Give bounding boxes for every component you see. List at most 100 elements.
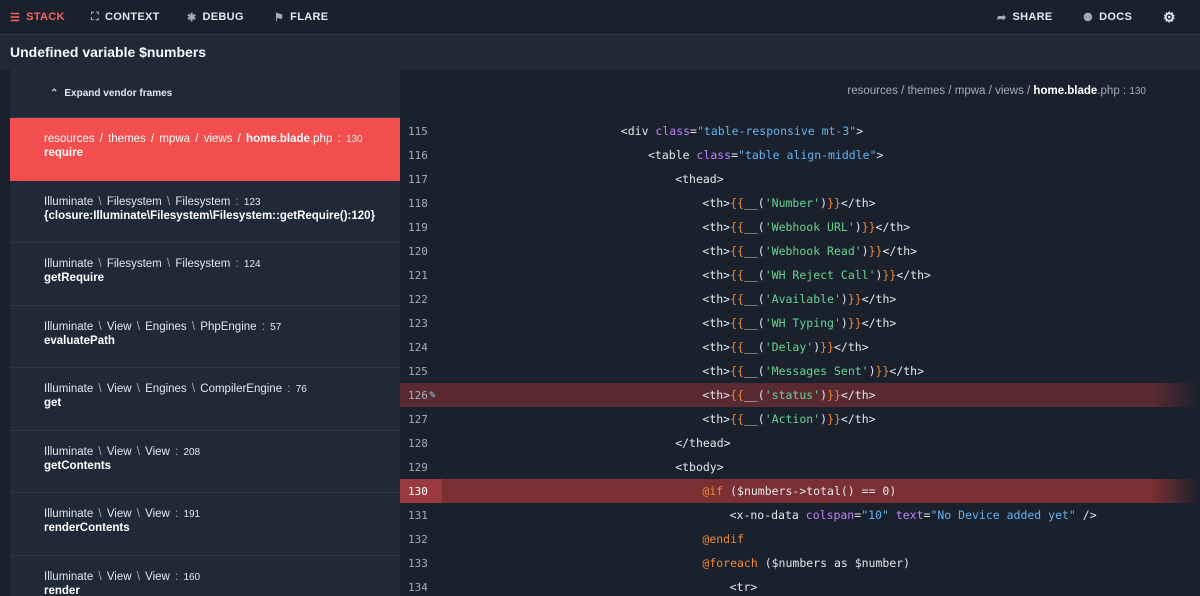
line-number: 122 [408, 292, 428, 306]
code-token: }} [882, 268, 897, 282]
line-number: 130 [345, 134, 363, 145]
line-number: 160 [183, 571, 201, 583]
line-number: 121 [408, 268, 428, 282]
expand-vendor-frames-label: Expand vendor frames [64, 87, 173, 99]
stack-frame[interactable]: Illuminate \ View \ View : 160 render [10, 556, 400, 596]
path-segment: PhpEngine [200, 320, 257, 333]
frame-list: resources / themes / mpwa / views / home… [10, 118, 400, 596]
path-separator: \ [95, 195, 105, 208]
frame-method: getContents [44, 459, 112, 472]
code-viewer: resources / themes / mpwa / views / home… [400, 69, 1200, 596]
path-segment: Engines [145, 383, 187, 395]
tab-label: FLARE [290, 11, 329, 23]
file-name: home.blade [1033, 85, 1098, 97]
stack-frames-panel: ⌃ Expand vendor frames resources / theme… [10, 69, 400, 596]
code-token: <th> [702, 316, 731, 330]
tab-stack[interactable]: ☰ STACK [10, 0, 65, 34]
stack-frame[interactable]: Illuminate \ Filesystem \ Filesystem : 1… [10, 181, 400, 243]
path-segment: Filesystem [106, 258, 162, 270]
flare-icon: ⚑ [274, 11, 285, 24]
share-icon: ➦ [997, 11, 1007, 24]
stack-frame[interactable]: Illuminate \ Filesystem \ Filesystem : 1… [10, 243, 400, 306]
line-number: 208 [183, 446, 201, 458]
stack-frame[interactable]: Illuminate \ View \ View : 208 getContent… [10, 431, 400, 493]
path-segment: View [106, 445, 132, 458]
path-separator: \ [95, 570, 105, 583]
code-token: __( [743, 412, 765, 426]
code-token: __( [743, 364, 765, 378]
stack-frame[interactable]: Illuminate \ View \ Engines \ CompilerEn… [10, 368, 400, 431]
path-separator: \ [95, 258, 105, 270]
path-segment: views [995, 85, 1024, 97]
code-token: </thead> [675, 436, 731, 450]
frame-path: Illuminate \ Filesystem \ Filesystem : 1… [44, 258, 400, 270]
path-separator: \ [95, 445, 105, 458]
code-token: __( [743, 244, 765, 258]
stack-frame[interactable]: Illuminate \ View \ View : 191 renderCont… [10, 493, 400, 556]
path-segment: View [145, 508, 170, 520]
path-segment: views [203, 133, 233, 145]
path-separator: \ [95, 383, 105, 395]
code-line: 124 <th>{{__('Delay')}}</th> [400, 335, 1200, 359]
code-token: </th> [861, 316, 897, 330]
code-token: </th> [861, 292, 897, 306]
path-separator: \ [188, 383, 199, 395]
code-token: 'Available' [764, 292, 841, 306]
frame-path: Illuminate \ View \ Engines \ CompilerEn… [44, 383, 400, 395]
pencil-icon[interactable]: ✎ [429, 388, 436, 401]
code-token: </th> [834, 340, 869, 354]
code-token: 'Webhook URL' [764, 220, 855, 234]
frame-path: Illuminate \ View \ View : 160 [44, 571, 400, 583]
path-segment: View [145, 570, 170, 583]
line-number: 124 [408, 340, 428, 354]
line-separator: : [232, 258, 242, 270]
expand-vendor-frames-button[interactable]: ⌃ Expand vendor frames [10, 69, 400, 118]
line-separator: : [1119, 85, 1130, 97]
code-token: 'Delay' [764, 340, 814, 354]
path-segment: View [106, 570, 132, 583]
path-segment: Filesystem [175, 258, 231, 270]
path-segment: themes [907, 85, 946, 97]
path-segment: View [145, 445, 170, 458]
line-number: 115 [408, 124, 428, 138]
code-token: {{ [730, 316, 744, 330]
line-separator: : [334, 133, 344, 145]
code-text: <th>{{__('Webhook URL')}}</th> [442, 220, 910, 234]
settings-button[interactable]: ⚙ [1163, 0, 1176, 34]
code-token: {{ [730, 220, 744, 234]
code-line: 117 <thead> [400, 167, 1200, 191]
share-button[interactable]: ➦ SHARE [997, 0, 1053, 34]
code-text: <th>{{__('Available')}}</th> [442, 292, 896, 306]
path-segment: mpwa [954, 85, 986, 97]
path-segment: Illuminate [44, 258, 94, 270]
code-line: 126 ✎ <th>{{__('status')}}</th> [400, 383, 1200, 407]
code-token: }} [875, 364, 890, 378]
code-token: {{ [730, 364, 744, 378]
path-segment: Illuminate [44, 508, 94, 520]
file-extension: .php [1097, 85, 1120, 97]
tab-context[interactable]: ⛶ CONTEXT [91, 0, 160, 34]
code-line: 123 <th>{{__('WH Typing')}}</th> [400, 311, 1200, 335]
path-segment: Illuminate [44, 195, 94, 208]
tab-flare[interactable]: ⚑ FLARE [274, 0, 328, 34]
code-token: __( [743, 292, 765, 306]
line-separator: : [284, 383, 294, 395]
frame-method: getRequire [44, 272, 105, 284]
code-token: 'Messages Sent' [764, 364, 869, 378]
path-separator: \ [133, 320, 144, 333]
code-line: 134 <tr> [400, 575, 1200, 596]
stack-frame[interactable]: Illuminate \ View \ Engines \ PhpEngine … [10, 306, 400, 368]
stack-frame[interactable]: resources / themes / mpwa / views / home… [10, 118, 400, 181]
expand-icon: ⛶ [91, 10, 99, 23]
docs-button[interactable]: ⚉ DOCS [1083, 0, 1132, 34]
code-token: <th> [702, 388, 731, 402]
code-token: <tbody> [675, 460, 724, 474]
path-separator: / [147, 133, 158, 145]
tab-debug[interactable]: ✱ DEBUG [187, 0, 244, 34]
tab-label: CONTEXT [105, 11, 160, 23]
code-line: 129 <tbody> [400, 455, 1200, 479]
file-breadcrumb[interactable]: resources / themes / mpwa / views / home… [847, 85, 1146, 97]
code-token: ($numbers->total() == 0) [723, 484, 897, 498]
line-separator: : [171, 445, 182, 458]
